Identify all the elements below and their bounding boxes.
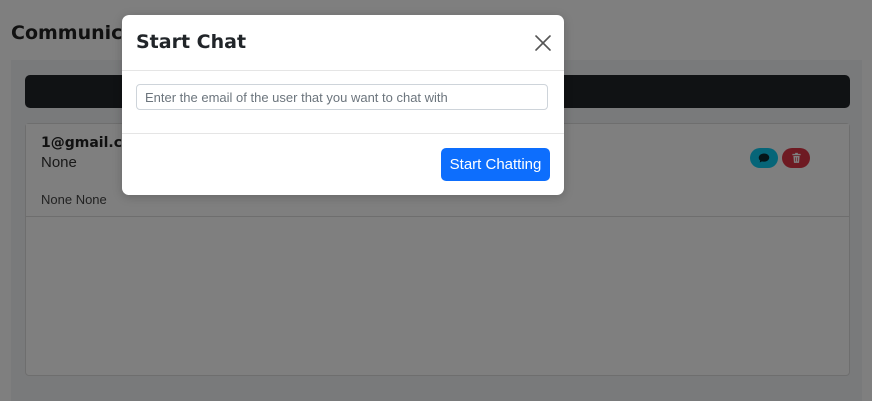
email-input[interactable] bbox=[136, 84, 548, 110]
close-button[interactable] bbox=[532, 32, 554, 54]
modal-body bbox=[122, 71, 564, 134]
close-icon bbox=[535, 35, 551, 51]
start-chat-modal: Start Chat Start Chatting bbox=[122, 15, 564, 195]
modal-header: Start Chat bbox=[122, 15, 564, 71]
modal-title: Start Chat bbox=[136, 31, 247, 53]
start-chatting-button[interactable]: Start Chatting bbox=[441, 148, 550, 181]
